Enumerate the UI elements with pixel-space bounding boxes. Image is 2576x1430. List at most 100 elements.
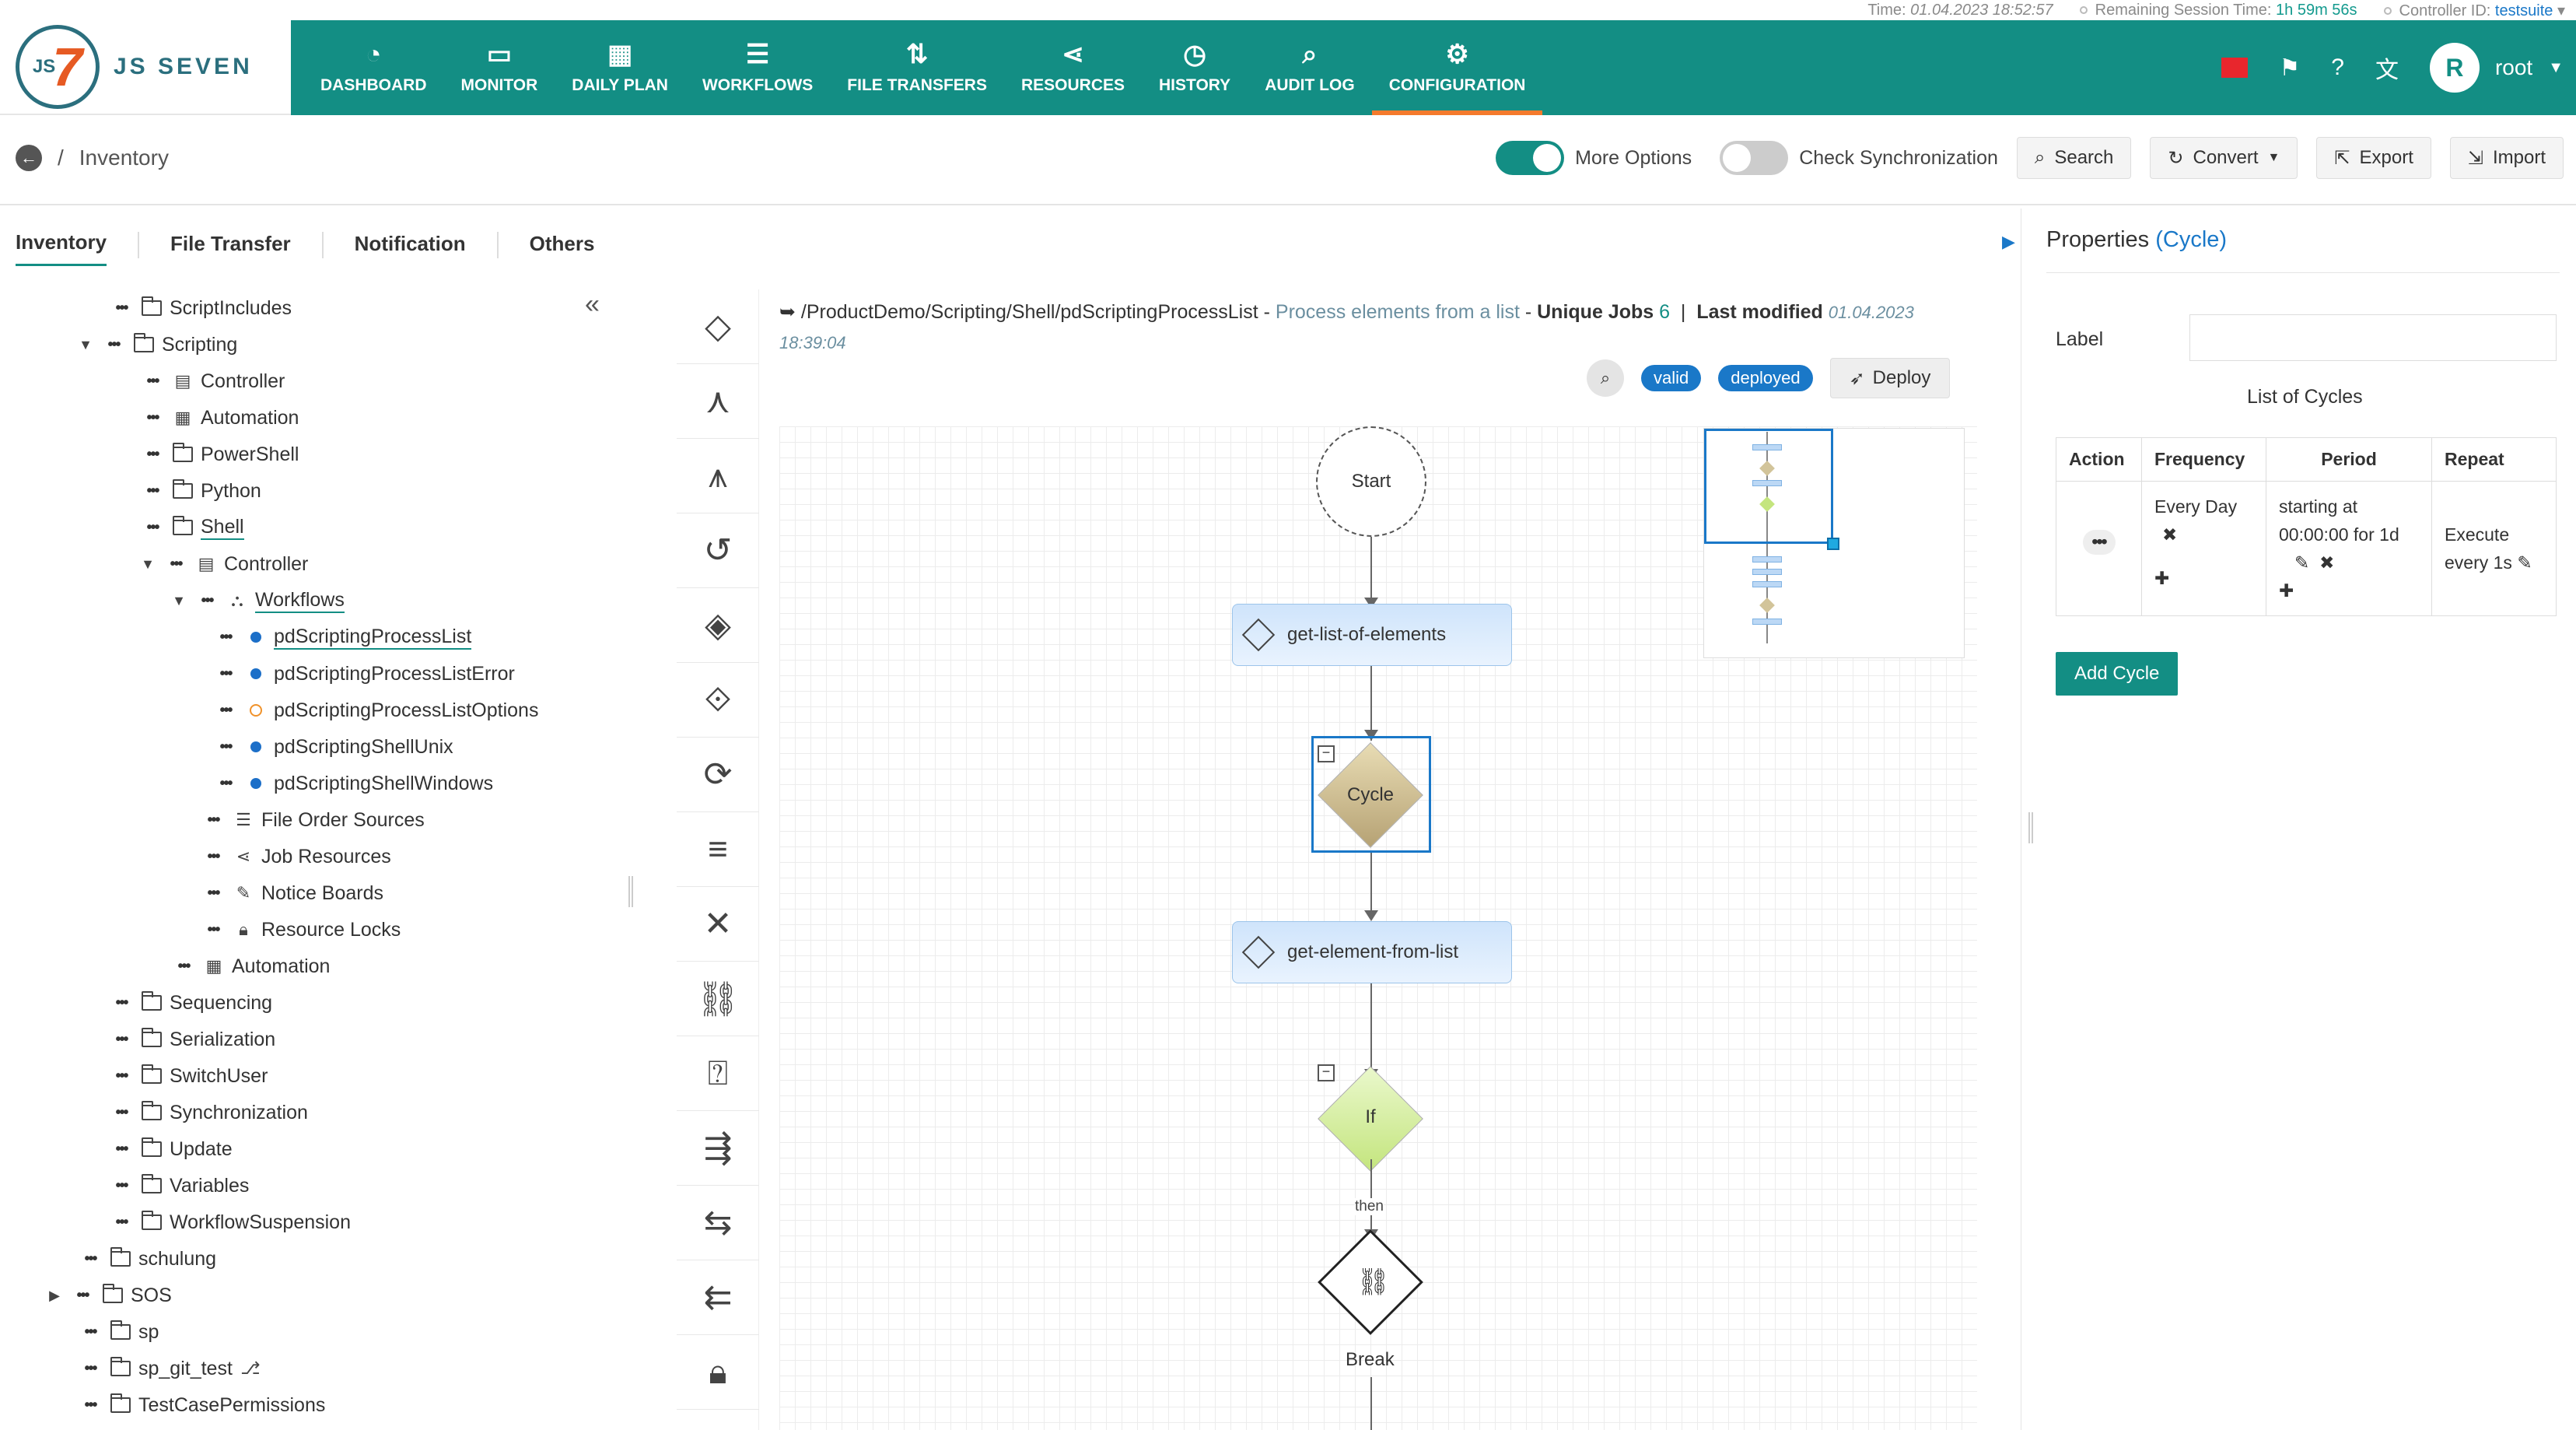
close-icon[interactable]: ✖: [2154, 520, 2253, 549]
flag-icon[interactable]: [2221, 58, 2249, 78]
post-notice-instruction-icon[interactable]: ⇶: [677, 1111, 759, 1186]
tree-item[interactable]: ••• pdScriptingProcessListError: [213, 658, 514, 689]
more-icon[interactable]: •••: [194, 592, 219, 610]
finish-instruction-icon[interactable]: ≡: [677, 812, 759, 887]
tree-item[interactable]: ••• ✎ Notice Boards: [201, 878, 383, 909]
nav-file-transfers[interactable]: ⇅ FILE TRANSFERS: [830, 20, 1004, 115]
plus-icon[interactable]: ✚: [2279, 577, 2419, 605]
tab-others[interactable]: Others: [530, 226, 595, 265]
minimap-resize-handle[interactable]: [1827, 538, 1839, 550]
tree-item[interactable]: ••• Shell: [140, 512, 244, 543]
tree-item[interactable]: ••• pdScriptingShellUnix: [213, 731, 453, 762]
more-icon[interactable]: •••: [140, 446, 165, 464]
tree-item[interactable]: ••• ▦ Automation: [171, 951, 330, 982]
more-icon[interactable]: •••: [109, 1031, 134, 1049]
more-icon[interactable]: •••: [213, 665, 238, 683]
caret-down-icon[interactable]: ▼: [171, 593, 187, 609]
more-icon[interactable]: •••: [140, 409, 165, 427]
more-icon[interactable]: •••: [140, 519, 165, 537]
label-input[interactable]: [2189, 314, 2557, 361]
edit-icon[interactable]: ✎: [2294, 552, 2309, 573]
tree-item[interactable]: ••• ScriptIncludes: [109, 293, 292, 324]
tree-item[interactable]: ••• Serialization: [109, 1024, 275, 1055]
user-menu[interactable]: R root ▼: [2429, 43, 2564, 93]
caret-right-icon[interactable]: ▶: [47, 1288, 62, 1304]
export-button[interactable]: ⇱ Export: [2316, 137, 2431, 179]
more-icon[interactable]: •••: [109, 1214, 134, 1232]
tree-item-selected[interactable]: ••• pdScriptingProcessList: [213, 622, 472, 653]
logo[interactable]: JS 7 JS SEVEN: [0, 20, 291, 115]
nav-configuration[interactable]: ⚙ CONFIGURATION: [1371, 20, 1543, 115]
more-icon[interactable]: •••: [109, 1141, 134, 1158]
more-icon[interactable]: •••: [163, 556, 188, 573]
search-icon[interactable]: ⌕: [1587, 359, 1624, 397]
collapse-icon[interactable]: −: [1318, 1064, 1335, 1081]
job-node[interactable]: get-element-from-list: [1232, 921, 1512, 983]
search-button[interactable]: ⌕ Search: [2016, 137, 2132, 179]
nav-history[interactable]: ◷ HISTORY: [1142, 20, 1248, 115]
more-icon[interactable]: •••: [171, 958, 196, 976]
if-instruction-icon[interactable]: ⟐: [677, 663, 759, 738]
import-button[interactable]: ⇲ Import: [2449, 137, 2564, 179]
tree-item[interactable]: ••• Sequencing: [109, 987, 272, 1018]
tree-item[interactable]: ▼ ••• ▤ Controller: [140, 549, 308, 580]
more-icon[interactable]: •••: [201, 848, 226, 866]
tree-item[interactable]: ••• Update: [109, 1134, 233, 1165]
more-icon[interactable]: •••: [78, 1250, 103, 1268]
minimap[interactable]: [1703, 428, 1965, 658]
tree-item[interactable]: ••• Variables: [109, 1170, 249, 1201]
tree-item[interactable]: ▼ ••• Scripting: [78, 329, 237, 360]
more-icon[interactable]: •••: [201, 811, 226, 829]
back-arrow-icon[interactable]: ←: [16, 145, 42, 171]
fail-instruction-icon[interactable]: ✕: [677, 887, 759, 962]
nav-dashboard[interactable]: ◔ DASHBOARD: [303, 20, 444, 115]
tree-item[interactable]: ••• ▤ Controller: [140, 366, 285, 397]
tree-item[interactable]: ••• schulung: [78, 1243, 216, 1274]
nav-monitor[interactable]: ▭ MONITOR: [444, 20, 555, 115]
tree-item[interactable]: ••• ⋖ Job Resources: [201, 841, 390, 872]
lock-instruction-icon[interactable]: 🔒︎: [677, 1335, 759, 1410]
try-instruction-icon[interactable]: ◈: [677, 588, 759, 663]
retry-instruction-icon[interactable]: ↺: [677, 513, 759, 588]
more-icon[interactable]: •••: [201, 885, 226, 903]
more-icon[interactable]: •••: [109, 1177, 134, 1195]
more-options-toggle[interactable]: More Options: [1496, 141, 1692, 175]
deploy-button[interactable]: ➶ Deploy: [1829, 358, 1951, 398]
fork-list-instruction-icon[interactable]: ⩚: [677, 439, 759, 513]
language-icon[interactable]: 文: [2375, 51, 2399, 85]
tree-splitter[interactable]: [628, 876, 633, 907]
more-icon[interactable]: •••: [78, 1360, 103, 1378]
more-icon[interactable]: •••: [109, 300, 134, 317]
more-icon[interactable]: •••: [109, 994, 134, 1012]
panel-toggle-icon[interactable]: ▶: [2002, 232, 2015, 252]
tab-inventory[interactable]: Inventory: [16, 224, 107, 266]
tree-item[interactable]: ••• 🔒︎ Resource Locks: [201, 914, 401, 945]
prompt-instruction-icon[interactable]: ⍰: [677, 1036, 759, 1111]
plus-icon[interactable]: ✚: [2154, 564, 2253, 592]
convert-button[interactable]: ↻ Convert ▼: [2150, 137, 2298, 179]
tree-item[interactable]: ▶ ••• SOS: [47, 1280, 172, 1311]
controller-info[interactable]: Controller ID: testsuite ▾: [2383, 1, 2565, 20]
toggle-switch-on[interactable]: [1496, 141, 1565, 175]
job-node[interactable]: get-list-of-elements: [1232, 604, 1512, 666]
edit-icon[interactable]: ✎: [2517, 552, 2532, 573]
row-actions-button[interactable]: •••: [2082, 530, 2116, 555]
more-icon[interactable]: •••: [78, 1323, 103, 1341]
more-icon[interactable]: •••: [213, 702, 238, 720]
flags-icon[interactable]: ⚑: [2279, 54, 2300, 82]
tree-item[interactable]: ••• sp_git_test ⎇: [78, 1353, 261, 1384]
more-icon[interactable]: •••: [140, 373, 165, 391]
caret-down-icon[interactable]: ▼: [140, 556, 156, 573]
tab-notification[interactable]: Notification: [355, 226, 466, 265]
nav-audit-log[interactable]: ⌕ AUDIT LOG: [1248, 20, 1372, 115]
tree-item[interactable]: ••• PowerShell: [140, 439, 299, 470]
expect-notice-instruction-icon[interactable]: ⇆: [677, 1186, 759, 1260]
tree-item[interactable]: ••• ☰ File Order Sources: [201, 804, 424, 836]
caret-down-icon[interactable]: ▼: [78, 337, 93, 353]
tab-file-transfer[interactable]: File Transfer: [170, 226, 291, 265]
more-icon[interactable]: •••: [213, 775, 238, 793]
job-instruction-icon[interactable]: ◇: [677, 289, 759, 364]
more-icon[interactable]: •••: [70, 1287, 95, 1305]
start-node[interactable]: Start: [1316, 426, 1426, 537]
help-icon[interactable]: ?: [2331, 54, 2344, 81]
